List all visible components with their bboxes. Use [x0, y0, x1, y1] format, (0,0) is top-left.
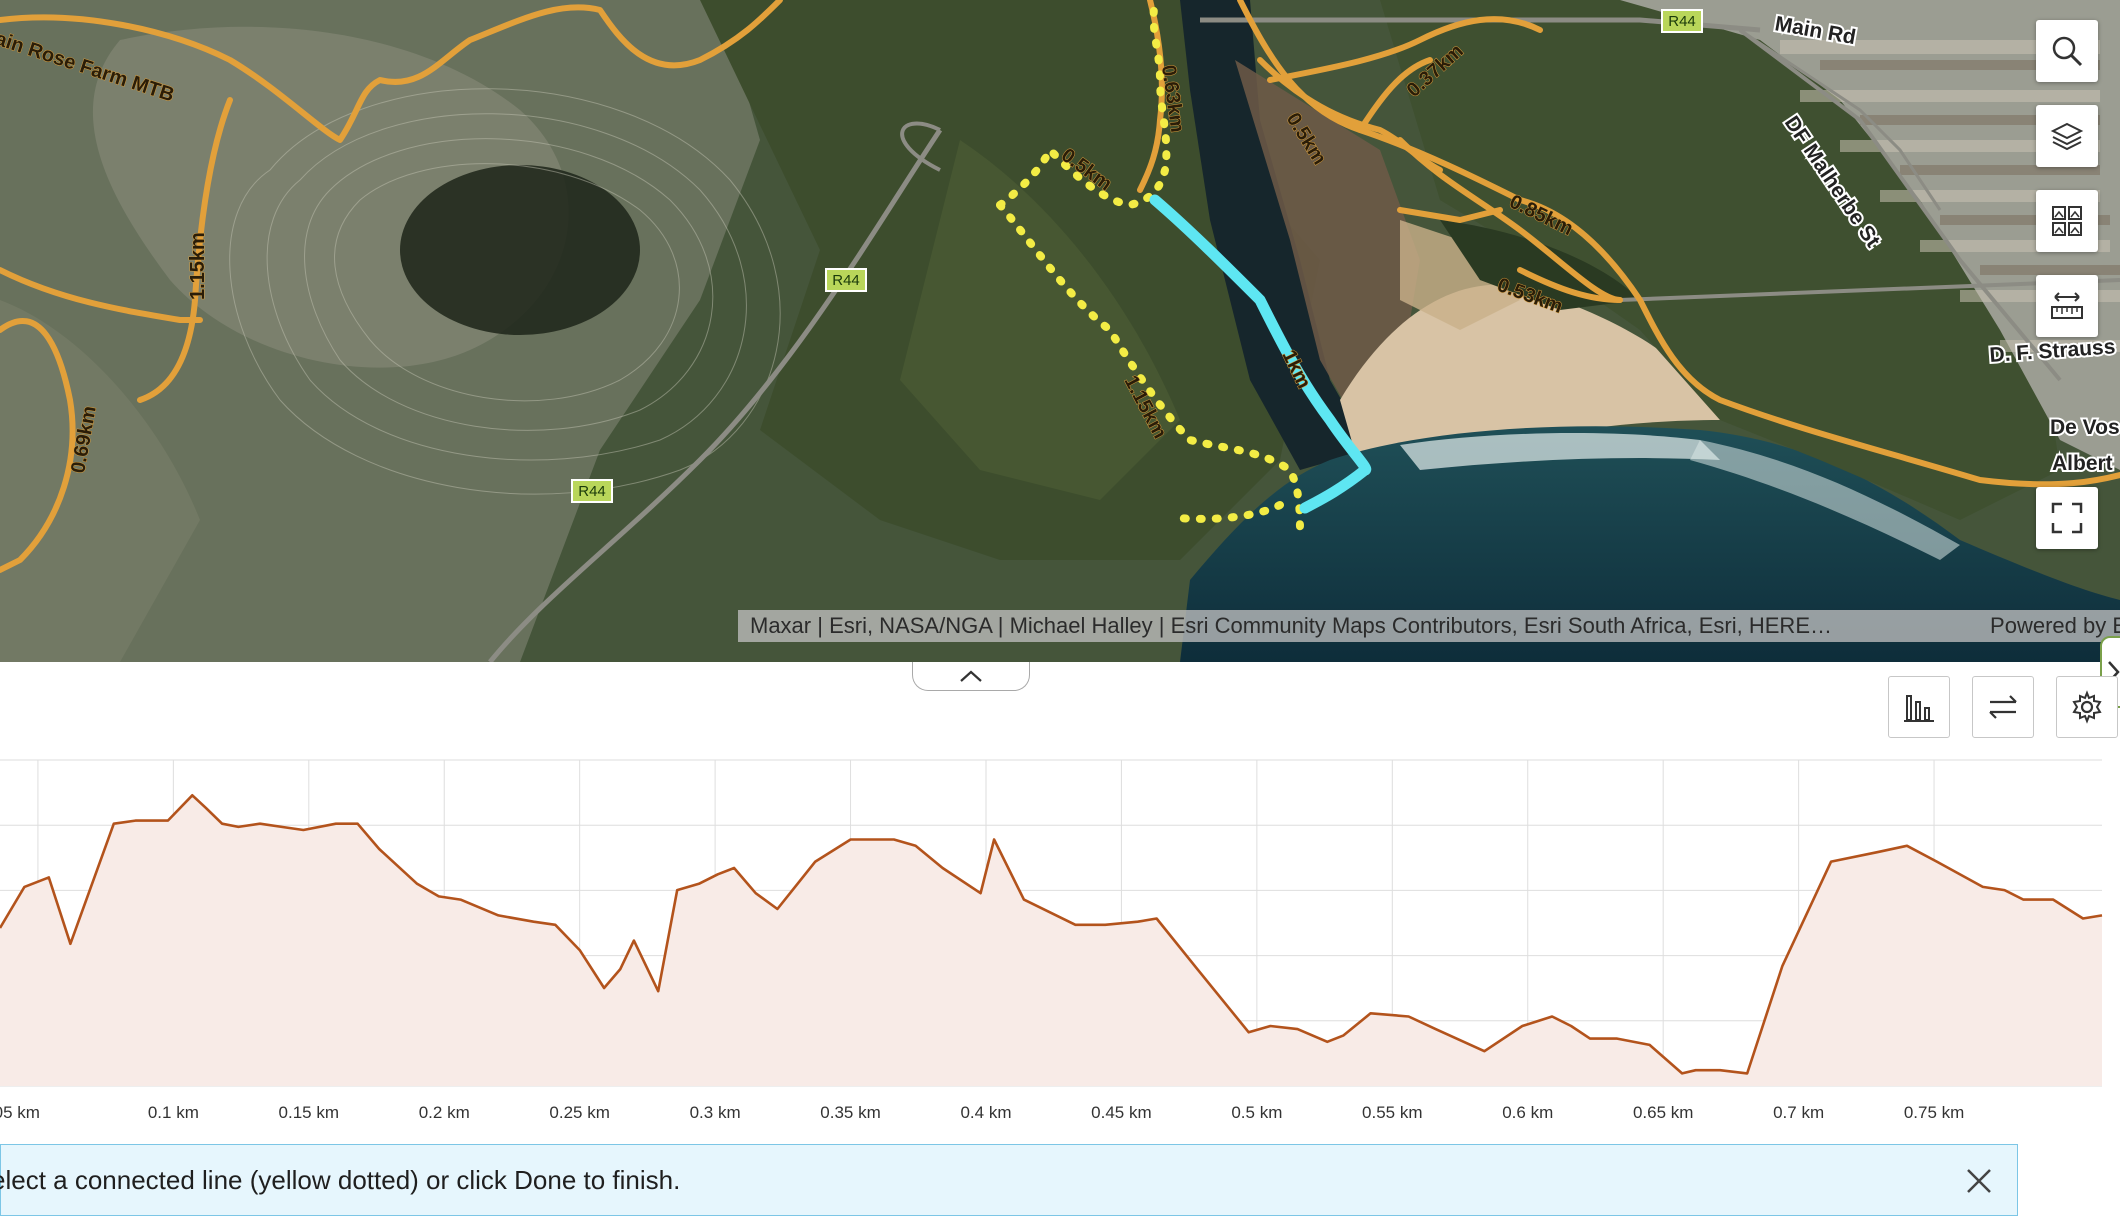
x-tick-label: 0.4 km: [960, 1103, 1011, 1120]
x-tick-label: 0.3 km: [690, 1103, 741, 1120]
x-tick-label: 0.55 km: [1362, 1103, 1422, 1120]
route-shield: R44: [571, 479, 613, 503]
instruction-text: elect a connected line (yellow dotted) o…: [0, 1165, 681, 1195]
route-shield: R44: [825, 268, 867, 292]
map-attribution: Maxar | Esri, NASA/NGA | Michael Halley …: [738, 610, 2120, 642]
fullscreen-icon: [2051, 502, 2083, 534]
x-tick-label: 0.65 km: [1633, 1103, 1693, 1120]
bar-chart-icon: [1904, 695, 1934, 722]
road-label-albert: Albert: [2052, 452, 2113, 475]
search-button[interactable]: [2036, 20, 2098, 82]
search-icon: [2052, 36, 2083, 67]
x-axis-labels: 05 km 0.1 km 0.15 km 0.2 km 0.25 km 0.3 km 0.3…: [0, 1103, 1964, 1120]
map-view[interactable]: ain Rose Farm MTB 1.15km 0.69km 0.63km 0…: [0, 0, 2120, 662]
elevation-profile-chart[interactable]: 05 km 0.1 km 0.15 km 0.2 km 0.25 km 0.3 km 0.3…: [0, 740, 2120, 1120]
layers-button[interactable]: [2036, 105, 2098, 167]
chart-options-button[interactable]: [1888, 676, 1950, 738]
svg-text:R44: R44: [578, 483, 606, 500]
x-tick-label: 0.35 km: [820, 1103, 880, 1120]
x-tick-label: 0.15 km: [279, 1103, 339, 1120]
flip-arrows-icon: [1989, 695, 2017, 719]
x-tick-label: 0.5 km: [1231, 1103, 1282, 1120]
layers-icon: [2050, 122, 2084, 151]
instruction-banner: elect a connected line (yellow dotted) o…: [0, 1144, 2018, 1216]
x-tick-label: 05 km: [0, 1103, 40, 1120]
measure-button[interactable]: [2036, 275, 2098, 337]
x-tick-label: 0.2 km: [419, 1103, 470, 1120]
x-tick-label: 0.45 km: [1091, 1103, 1151, 1120]
road-label-de-vos: De Vos: [2050, 416, 2120, 439]
svg-text:R44: R44: [832, 272, 860, 289]
collapse-profile-handle[interactable]: [912, 662, 1030, 691]
close-banner-button[interactable]: [1957, 1159, 2001, 1203]
gear-icon: [2072, 690, 2102, 724]
basemap-gallery-icon: [2052, 206, 2082, 236]
measure-icon: [2051, 292, 2083, 319]
profile-settings-button[interactable]: [2056, 676, 2118, 738]
route-shield: R44: [1661, 9, 1703, 33]
svg-text:R44: R44: [1668, 13, 1696, 30]
flip-profile-button[interactable]: [1972, 676, 2034, 738]
basemap-gallery-button[interactable]: [2036, 190, 2098, 252]
x-tick-label: 0.1 km: [148, 1103, 199, 1120]
profile-area: [0, 795, 2102, 1086]
trail-label-d1: 1.15km: [187, 232, 209, 300]
fullscreen-button[interactable]: [2036, 487, 2098, 549]
x-tick-label: 0.6 km: [1502, 1103, 1553, 1120]
attribution-text: Maxar | Esri, NASA/NGA | Michael Halley …: [750, 613, 1832, 638]
x-tick-label: 0.7 km: [1773, 1103, 1824, 1120]
x-tick-label: 0.25 km: [549, 1103, 609, 1120]
satellite-basemap[interactable]: ain Rose Farm MTB 1.15km 0.69km 0.63km 0…: [0, 0, 2120, 662]
x-tick-label: 0.75 km: [1904, 1103, 1964, 1120]
chevron-up-icon: [960, 670, 982, 682]
close-icon: [1967, 1169, 1991, 1193]
powered-by-text: Powered by Es: [1990, 613, 2120, 638]
